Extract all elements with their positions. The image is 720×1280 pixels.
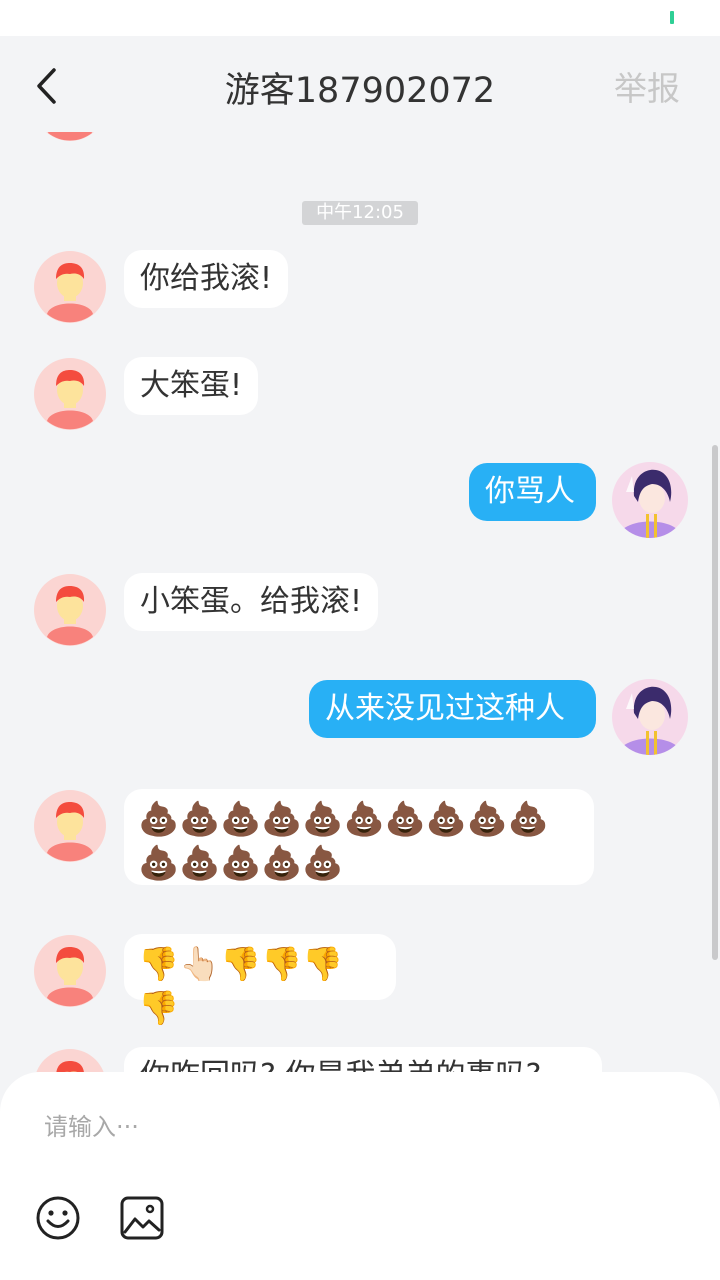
emoji-button[interactable] [34, 1194, 82, 1242]
contact-avatar[interactable] [34, 251, 106, 323]
contact-avatar[interactable] [34, 358, 106, 430]
page-title: 游客187902072 [224, 71, 496, 111]
incoming-message[interactable]: 小笨蛋。给我滚! [124, 573, 379, 631]
user-avatar[interactable] [612, 462, 688, 538]
image-icon [120, 1196, 164, 1240]
incoming-message[interactable]: 你给我滚! [124, 250, 289, 308]
contact-avatar [46, 132, 94, 141]
chat-header: 游客187902072 举报 [0, 36, 720, 132]
report-button[interactable]: 举报 [614, 62, 680, 110]
contact-avatar[interactable] [34, 1049, 106, 1072]
smiley-icon [36, 1196, 80, 1240]
battery-indicator-icon [670, 11, 674, 24]
scrollbar[interactable] [712, 445, 718, 960]
incoming-message[interactable]: 你咋回吗? 你是我弟弟的事吗? [124, 1047, 602, 1072]
contact-avatar[interactable] [34, 935, 106, 1007]
outgoing-message[interactable]: 从来没见过这种人 [309, 680, 596, 738]
message-list[interactable]: 中午12:05 你给我滚! 大笨蛋! 你骂人 小笨蛋。给我滚! 从来没见过这种人… [0, 132, 720, 1072]
timestamp-label: 中午12:05 [302, 201, 418, 225]
contact-avatar[interactable] [34, 790, 106, 862]
incoming-message[interactable]: 👎👆🏻👎👎👎👎 [124, 934, 396, 1027]
outgoing-message[interactable]: 你骂人 [469, 463, 596, 521]
incoming-message[interactable]: 大笨蛋! [124, 357, 259, 415]
status-bar [0, 0, 720, 36]
input-panel [0, 1072, 720, 1280]
user-avatar[interactable] [612, 679, 688, 755]
image-button[interactable] [118, 1194, 166, 1242]
incoming-message[interactable]: 💩💩💩💩💩💩💩💩💩💩💩💩💩💩💩 [124, 789, 594, 885]
contact-avatar[interactable] [34, 574, 106, 646]
message-input[interactable] [42, 1108, 646, 1146]
